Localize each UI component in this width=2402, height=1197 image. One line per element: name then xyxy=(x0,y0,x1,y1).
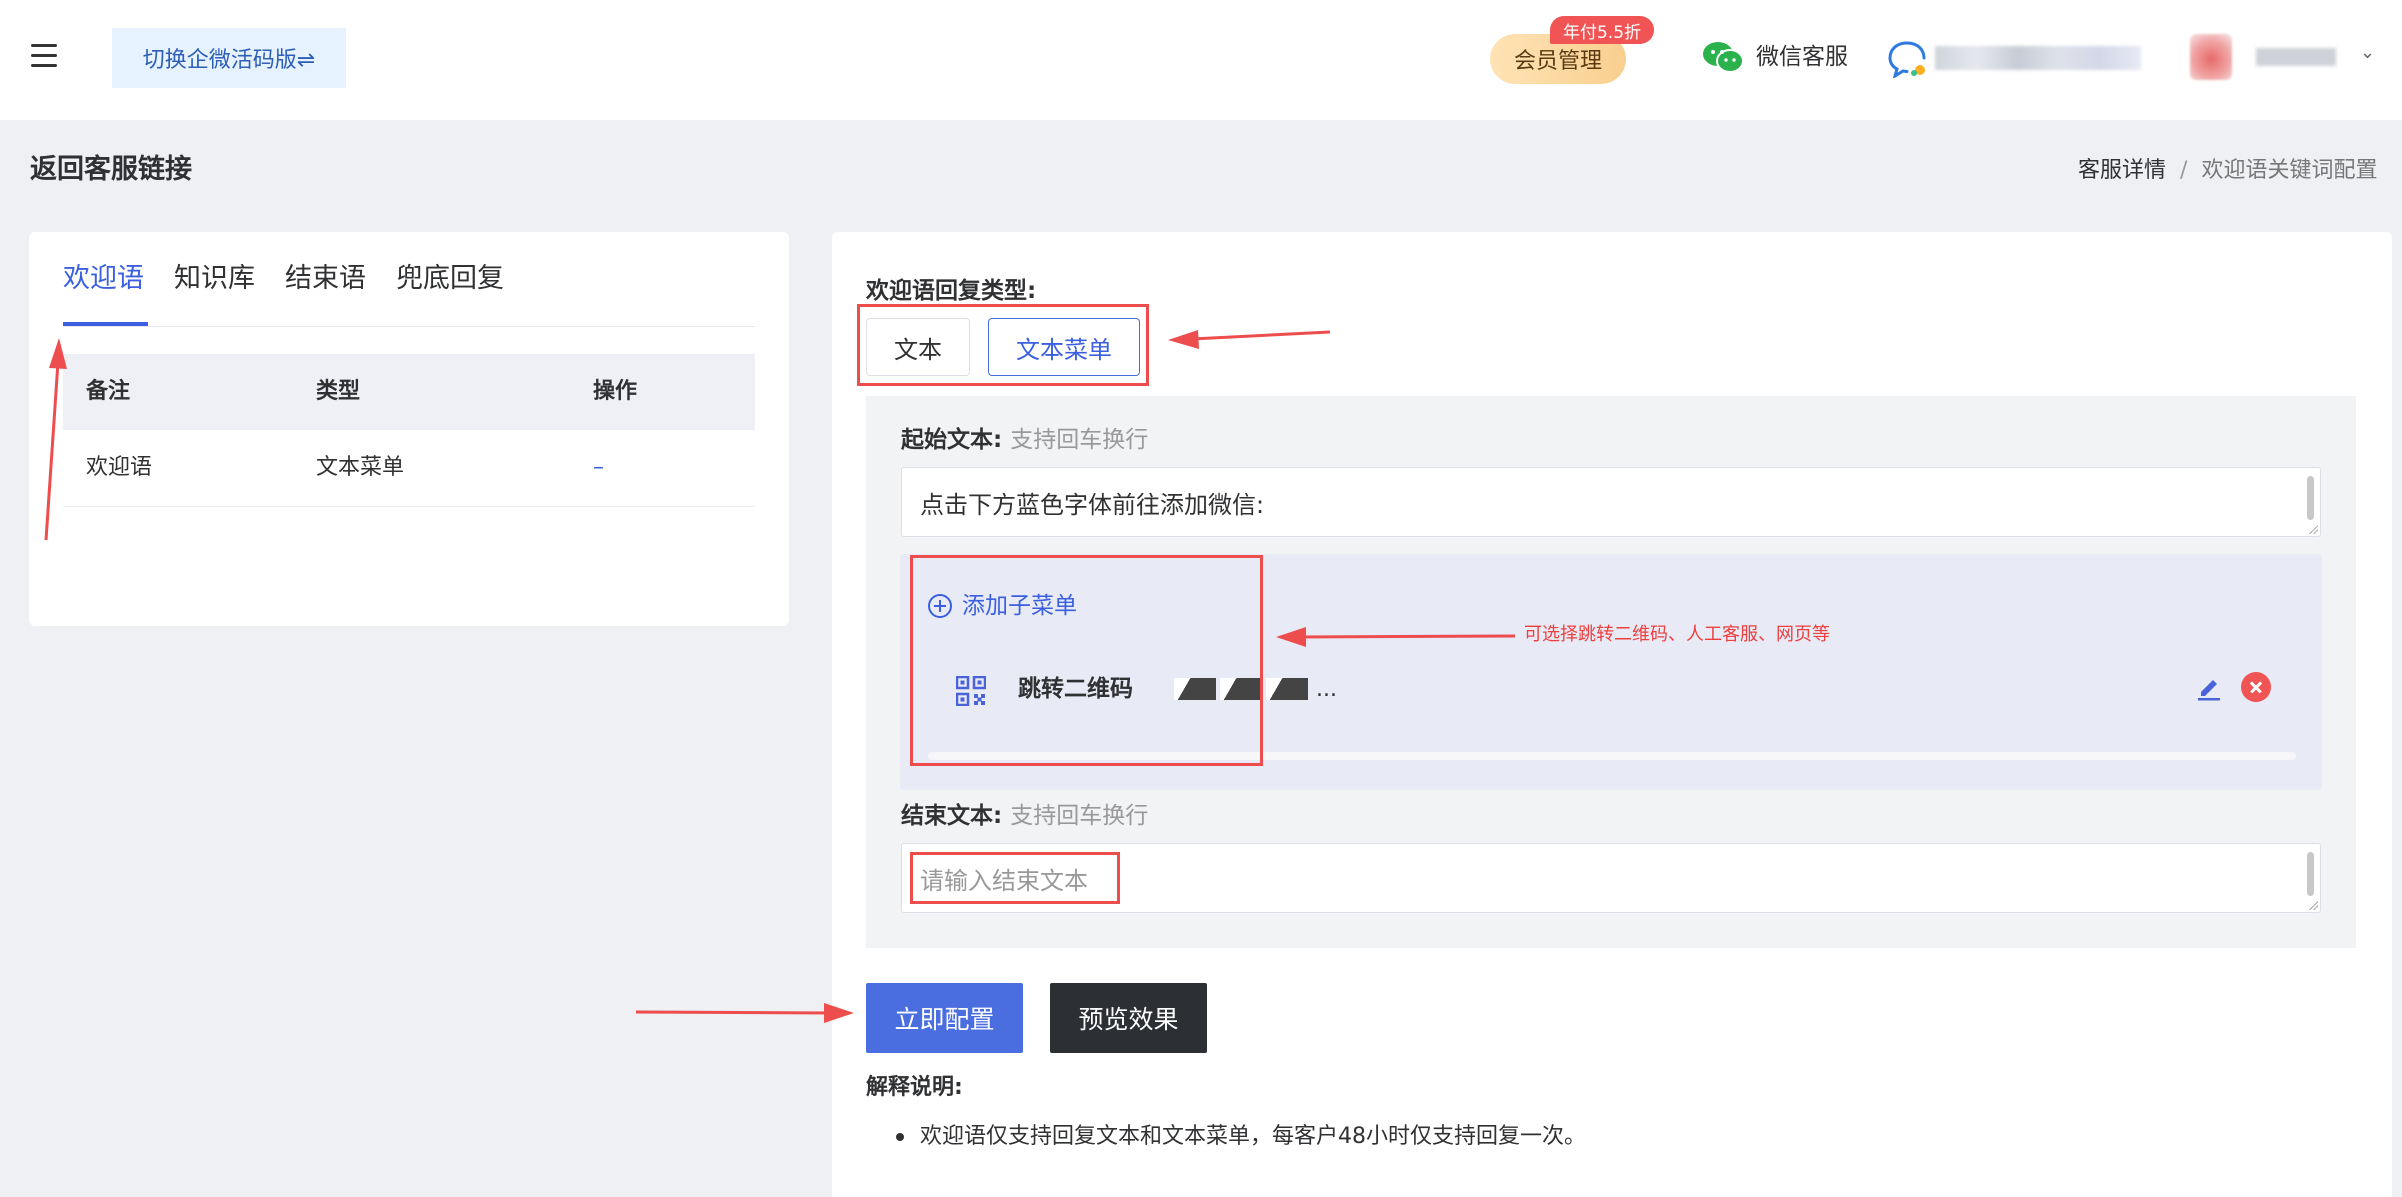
column-header: 类型 xyxy=(316,379,361,404)
tab-divider xyxy=(63,326,755,327)
back-link[interactable]: 返回客服链接 xyxy=(30,152,192,188)
tab-welcome[interactable]: 欢迎语 xyxy=(63,258,144,300)
delete-icon[interactable] xyxy=(2241,672,2271,702)
cell-action[interactable]: – xyxy=(593,428,604,508)
blurred-info xyxy=(1935,46,2141,70)
chevron-down-icon[interactable]: ⌄ xyxy=(2360,42,2375,63)
row-divider xyxy=(63,506,755,507)
tab-knowledge[interactable]: 知识库 xyxy=(174,258,255,300)
switch-version-button[interactable]: 切换企微活码版⇌ xyxy=(112,28,346,88)
annotation-box-end-text xyxy=(910,852,1120,904)
annotation-box-type xyxy=(857,304,1149,386)
discount-badge: 年付5.5折 xyxy=(1550,16,1654,44)
resize-handle[interactable] xyxy=(2308,900,2318,910)
tab-closing[interactable]: 结束语 xyxy=(285,258,366,300)
start-text-input[interactable]: 点击下方蓝色字体前往添加微信: xyxy=(901,467,2321,537)
column-header: 备注 xyxy=(86,379,131,404)
annotation-box-submenu xyxy=(910,555,1263,766)
apply-config-button[interactable]: 立即配置 xyxy=(866,983,1023,1053)
blurred-username[interactable] xyxy=(2256,48,2336,66)
cell-remark: 欢迎语 xyxy=(86,455,153,480)
chat-bubble-icon[interactable] xyxy=(1887,40,1927,78)
resize-handle[interactable] xyxy=(2308,524,2318,534)
breadcrumb-item[interactable]: 客服详情 xyxy=(2078,158,2166,183)
submenu-item-ellipsis: ... xyxy=(1316,676,1337,702)
end-text-hint: 支持回车换行 xyxy=(1010,803,1149,829)
breadcrumb: 客服详情 / 欢迎语关键词配置 xyxy=(2078,156,2377,186)
column-header: 操作 xyxy=(593,379,638,404)
tab-fallback[interactable]: 兜底回复 xyxy=(396,258,504,300)
avatar[interactable] xyxy=(2190,34,2232,80)
cell-type: 文本菜单 xyxy=(316,455,405,480)
scrollbar[interactable] xyxy=(2307,852,2314,896)
end-text-label: 结束文本: 支持回车换行 xyxy=(901,800,1148,832)
scrollbar[interactable] xyxy=(2307,476,2314,520)
arrow-to-apply xyxy=(635,1010,831,1015)
note-item: 欢迎语仅支持回复文本和文本菜单，每客户48小时仅支持回复一次。 xyxy=(896,1121,1586,1153)
breadcrumb-current: 欢迎语关键词配置 xyxy=(2201,158,2378,183)
end-text-title: 结束文本: xyxy=(901,803,1003,829)
table-row[interactable]: 欢迎语 文本菜单 – xyxy=(63,428,755,508)
table-header: 备注 类型 操作 xyxy=(63,354,755,430)
preview-button[interactable]: 预览效果 xyxy=(1050,983,1207,1053)
reply-type-label: 欢迎语回复类型: xyxy=(866,278,1037,304)
wechat-icon[interactable] xyxy=(1702,40,1744,74)
start-text-value: 点击下方蓝色字体前往添加微信: xyxy=(920,490,1265,519)
wechat-service-link[interactable]: 微信客服 xyxy=(1756,42,1848,72)
breadcrumb-separator: / xyxy=(2180,158,2188,183)
start-text-label: 起始文本: 支持回车换行 xyxy=(901,424,1148,456)
start-text-hint: 支持回车换行 xyxy=(1010,427,1149,453)
annotation-note: 可选择跳转二维码、人工客服、网页等 xyxy=(1524,624,1830,645)
menu-icon[interactable] xyxy=(31,44,57,68)
edit-icon[interactable] xyxy=(2194,672,2224,702)
notes-title: 解释说明: xyxy=(866,1075,963,1100)
note-text: 欢迎语仅支持回复文本和文本菜单，每客户48小时仅支持回复一次。 xyxy=(920,1124,1586,1149)
start-text-title: 起始文本: xyxy=(901,427,1003,453)
